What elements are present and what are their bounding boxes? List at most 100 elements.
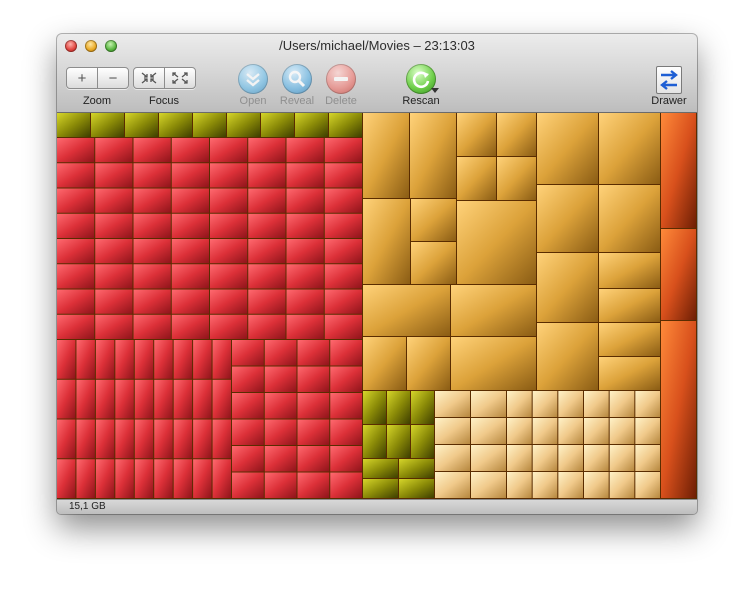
- treemap[interactable]: [57, 113, 697, 499]
- treemap-tile[interactable]: [324, 314, 362, 339]
- treemap-tile[interactable]: [154, 459, 173, 498]
- treemap-tile[interactable]: [471, 418, 506, 444]
- treemap-tile[interactable]: [451, 337, 536, 390]
- treemap-tile[interactable]: [210, 289, 248, 314]
- treemap-tile[interactable]: [584, 391, 609, 417]
- treemap-tile[interactable]: [471, 472, 506, 498]
- treemap-tile[interactable]: [133, 188, 171, 213]
- treemap-tile[interactable]: [330, 393, 362, 419]
- treemap-tile[interactable]: [171, 289, 209, 314]
- treemap-tile[interactable]: [171, 188, 209, 213]
- zoom-out-button[interactable]: −: [97, 68, 128, 88]
- treemap-tile[interactable]: [133, 163, 171, 188]
- treemap-tile[interactable]: [609, 391, 635, 417]
- treemap-tile[interactable]: [125, 113, 158, 137]
- treemap-tile[interactable]: [95, 264, 133, 289]
- treemap-tile[interactable]: [264, 366, 297, 393]
- treemap-tile[interactable]: [133, 289, 171, 314]
- treemap-tile[interactable]: [297, 446, 330, 472]
- treemap-tile[interactable]: [115, 379, 134, 419]
- treemap-tile[interactable]: [411, 425, 434, 458]
- treemap-tile[interactable]: [134, 379, 154, 419]
- treemap-tile[interactable]: [264, 446, 297, 472]
- treemap-tile[interactable]: [57, 340, 76, 379]
- treemap-tile[interactable]: [324, 138, 362, 163]
- treemap-tile[interactable]: [532, 418, 558, 444]
- treemap-tile[interactable]: [95, 213, 133, 238]
- focus-in-button[interactable]: [134, 68, 164, 88]
- treemap-tile[interactable]: [507, 445, 532, 471]
- treemap-tile[interactable]: [210, 163, 248, 188]
- treemap-tile[interactable]: [57, 213, 95, 238]
- treemap-tile[interactable]: [133, 138, 171, 163]
- treemap-tile[interactable]: [497, 113, 536, 156]
- treemap-tile[interactable]: [609, 418, 635, 444]
- treemap-tile[interactable]: [210, 264, 248, 289]
- treemap-tile[interactable]: [133, 213, 171, 238]
- treemap-tile[interactable]: [57, 113, 90, 137]
- treemap-tile[interactable]: [558, 445, 583, 471]
- treemap-tile[interactable]: [154, 340, 173, 379]
- treemap-tile[interactable]: [95, 239, 133, 264]
- focus-out-button[interactable]: [164, 68, 195, 88]
- treemap-tile[interactable]: [363, 459, 398, 478]
- treemap-tile[interactable]: [297, 340, 330, 366]
- treemap-tile[interactable]: [210, 239, 248, 264]
- treemap-tile[interactable]: [264, 472, 297, 499]
- treemap-tile[interactable]: [584, 418, 609, 444]
- treemap-tile[interactable]: [297, 419, 330, 446]
- treemap-tile[interactable]: [330, 340, 362, 366]
- treemap-tile[interactable]: [451, 285, 536, 336]
- treemap-tile[interactable]: [193, 419, 212, 459]
- treemap-tile[interactable]: [57, 264, 95, 289]
- treemap-tile[interactable]: [324, 213, 362, 238]
- treemap-tile[interactable]: [264, 419, 297, 446]
- treemap-tile[interactable]: [286, 138, 324, 163]
- treemap-tile[interactable]: [411, 391, 434, 424]
- treemap-tile[interactable]: [95, 314, 133, 339]
- treemap-tile[interactable]: [95, 419, 115, 459]
- treemap-tile[interactable]: [363, 113, 409, 198]
- treemap-tile[interactable]: [329, 113, 362, 137]
- treemap-tile[interactable]: [584, 445, 609, 471]
- treemap-tile[interactable]: [154, 419, 173, 459]
- treemap-tile[interactable]: [57, 419, 76, 459]
- treemap-tile[interactable]: [609, 445, 635, 471]
- treemap-tile[interactable]: [171, 213, 209, 238]
- treemap-tile[interactable]: [261, 113, 294, 137]
- treemap-tile[interactable]: [171, 314, 209, 339]
- treemap-tile[interactable]: [95, 138, 133, 163]
- treemap-tile[interactable]: [95, 459, 115, 498]
- treemap-tile[interactable]: [95, 340, 115, 379]
- treemap-tile[interactable]: [115, 419, 134, 459]
- treemap-tile[interactable]: [324, 289, 362, 314]
- treemap-tile[interactable]: [57, 188, 95, 213]
- treemap-tile[interactable]: [457, 113, 496, 156]
- treemap-tile[interactable]: [457, 201, 536, 284]
- treemap-tile[interactable]: [57, 239, 95, 264]
- treemap-tile[interactable]: [661, 321, 696, 498]
- treemap-tile[interactable]: [57, 289, 95, 314]
- treemap-tile[interactable]: [91, 113, 124, 137]
- treemap-tile[interactable]: [210, 314, 248, 339]
- treemap-tile[interactable]: [532, 445, 558, 471]
- treemap-tile[interactable]: [248, 163, 286, 188]
- treemap-tile[interactable]: [286, 264, 324, 289]
- treemap-tile[interactable]: [57, 459, 76, 498]
- treemap-tile[interactable]: [248, 138, 286, 163]
- treemap-tile[interactable]: [173, 459, 193, 498]
- treemap-tile[interactable]: [173, 340, 193, 379]
- treemap-tile[interactable]: [57, 314, 95, 339]
- treemap-tile[interactable]: [558, 391, 583, 417]
- treemap-tile[interactable]: [324, 188, 362, 213]
- treemap-tile[interactable]: [76, 379, 95, 419]
- treemap-tile[interactable]: [193, 113, 226, 137]
- drawer-button[interactable]: [656, 66, 682, 94]
- treemap-tile[interactable]: [173, 379, 193, 419]
- reveal-button[interactable]: [282, 64, 312, 94]
- treemap-tile[interactable]: [57, 163, 95, 188]
- treemap-tile[interactable]: [387, 425, 410, 458]
- rescan-dropdown-arrow-icon[interactable]: [431, 88, 439, 94]
- treemap-tile[interactable]: [599, 289, 660, 322]
- treemap-tile[interactable]: [95, 163, 133, 188]
